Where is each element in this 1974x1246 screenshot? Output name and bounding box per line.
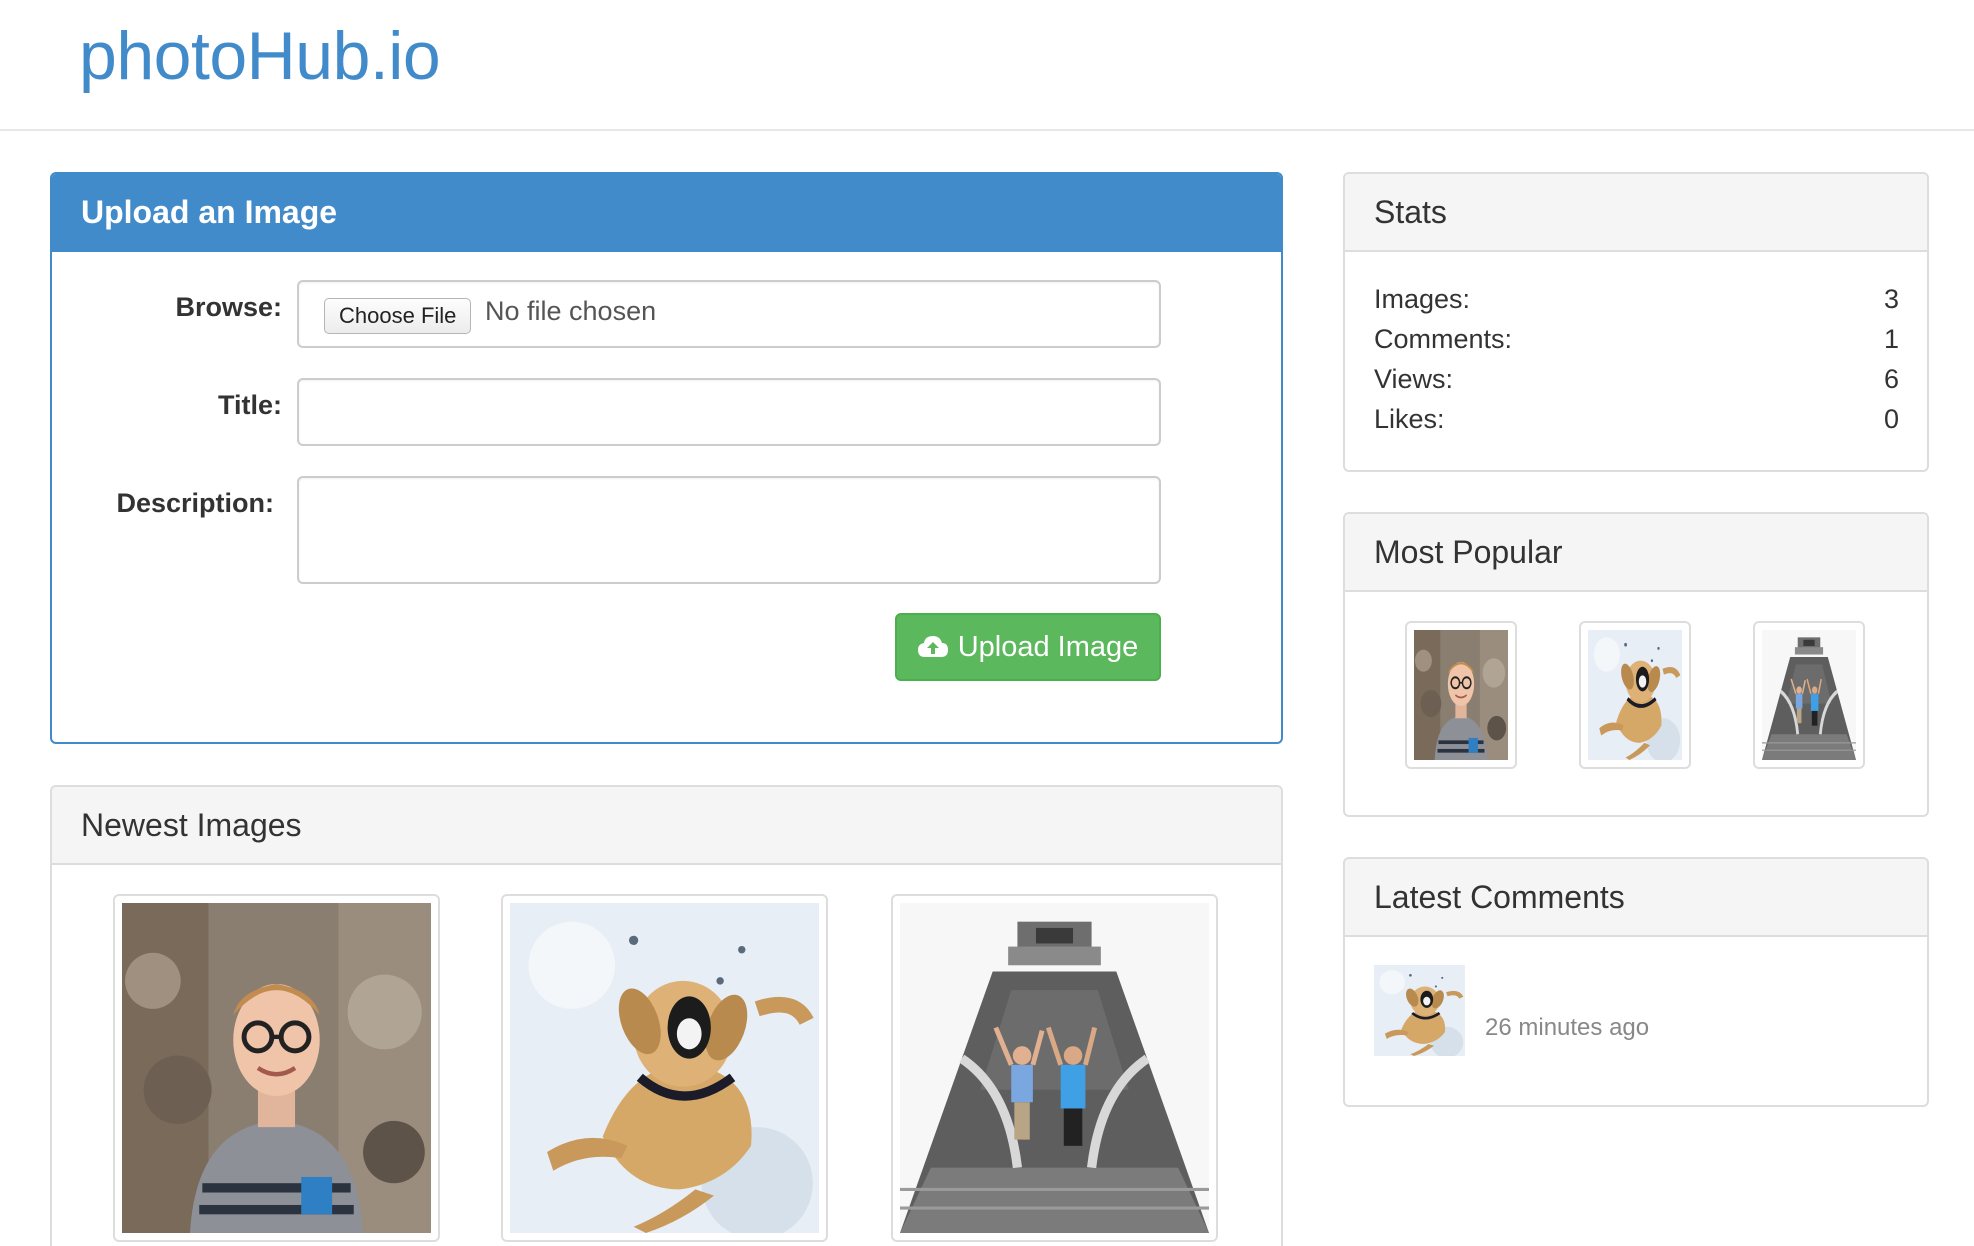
stat-value: 6 [1883,364,1899,394]
popular-image-thumbnail[interactable] [1579,621,1691,769]
file-input[interactable]: Choose File No file chosen [297,280,1161,348]
title-input[interactable] [297,378,1161,446]
popular-image-thumbnail[interactable] [1405,621,1517,769]
newest-image-dog-in-snow [510,903,819,1233]
latest-comments-panel: Latest Comments 26 minutes ago [1343,857,1929,1107]
top-navbar: photoHub.io [0,0,1974,131]
popular-image-dog-in-snow [1588,630,1682,760]
comment-image-dog-in-snow[interactable] [1374,965,1465,1056]
file-status-text: No file chosen [485,296,657,326]
stat-row-views: Views: 6 [1374,364,1899,395]
newest-image-thumbnail[interactable] [891,894,1218,1242]
stat-row-comments: Comments: 1 [1374,324,1899,355]
choose-file-button[interactable]: Choose File [324,298,472,334]
popular-image-thumbnail[interactable] [1753,621,1865,769]
stat-label: Views: [1374,364,1454,394]
description-label: Description: [116,488,274,518]
upload-image-button[interactable]: Upload Image [895,613,1161,681]
most-popular-heading: Most Popular [1345,514,1927,592]
comment-timestamp: 26 minutes ago [1485,1014,1650,1041]
stat-label: Comments: [1374,324,1513,354]
most-popular-panel: Most Popular [1343,512,1929,817]
browse-label: Browse: [175,292,282,322]
newest-image-people-on-pyramid [900,903,1209,1233]
stat-value: 3 [1883,284,1899,314]
stat-row-likes: Likes: 0 [1374,404,1899,435]
popular-image-people-on-pyramid [1762,630,1856,760]
brand-logo-link[interactable]: photoHub.io [79,14,441,98]
cloud-upload-icon [917,636,948,657]
newest-image-thumbnail[interactable] [501,894,828,1242]
stat-value: 0 [1883,404,1899,434]
stats-panel: Stats Images: 3 Comments: 1 Views: 6 Lik… [1343,172,1929,472]
newest-images-panel: Newest Images [50,785,1283,1246]
stats-heading: Stats [1345,174,1927,252]
newest-images-heading: Newest Images [52,787,1281,865]
stat-label: Likes: [1374,404,1445,434]
upload-image-button-label: Upload Image [957,630,1139,663]
stat-row-images: Images: 3 [1374,284,1899,315]
stat-value: 1 [1883,324,1899,354]
upload-panel-heading: Upload an Image [52,174,1281,252]
newest-image-thumbnail[interactable] [113,894,440,1242]
title-label: Title: [217,390,282,420]
newest-image-man-with-glasses [122,903,431,1233]
stat-label: Images: [1374,284,1471,314]
popular-image-man-with-glasses [1414,630,1508,760]
latest-comments-heading: Latest Comments [1345,859,1927,937]
upload-panel: Upload an Image Browse: Choose File No f… [50,172,1283,744]
description-textarea[interactable] [297,476,1161,584]
